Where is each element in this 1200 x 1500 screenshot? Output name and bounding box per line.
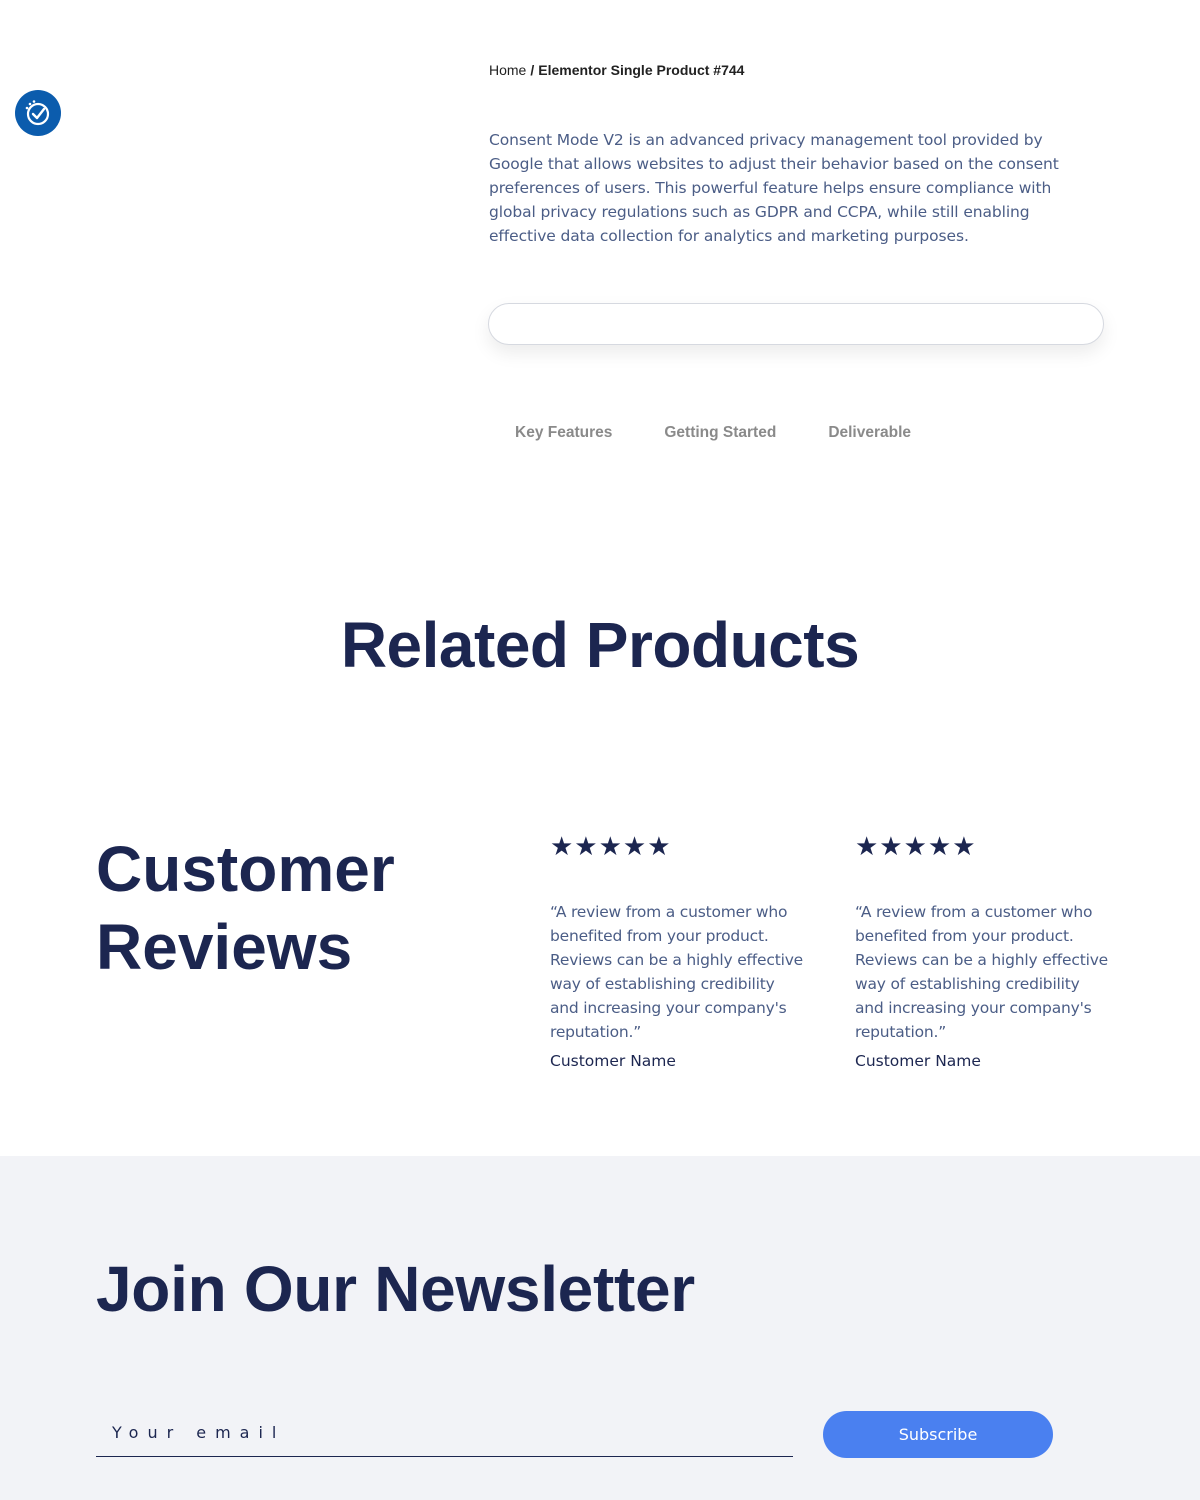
newsletter-section: Join Our Newsletter Subscribe — [0, 1156, 1200, 1500]
star-rating: ★★★★★ — [855, 831, 977, 861]
reviewer-name: Customer Name — [855, 1052, 981, 1070]
check-shield-icon — [25, 100, 50, 126]
review-text: “A review from a customer who benefited … — [550, 903, 804, 1041]
review-card: ★★★★★ “A review from a customer who bene… — [855, 830, 1110, 1070]
tab-key-features[interactable]: Key Features — [515, 424, 612, 442]
consent-settings-button[interactable] — [15, 90, 61, 136]
subscribe-button[interactable]: Subscribe — [823, 1411, 1053, 1458]
email-field[interactable] — [96, 1409, 793, 1457]
related-products-title: Related Products — [340, 609, 860, 681]
breadcrumb: Home / Elementor Single Product #744 — [489, 62, 744, 78]
tab-deliverable[interactable]: Deliverable — [828, 424, 911, 442]
product-description: Consent Mode V2 is an advanced privacy m… — [489, 131, 1059, 245]
breadcrumb-home-link[interactable]: Home — [489, 62, 526, 78]
review-text: “A review from a customer who benefited … — [855, 903, 1109, 1041]
product-tabs: Key Features Getting Started Deliverable — [515, 424, 963, 442]
review-card: ★★★★★ “A review from a customer who bene… — [550, 830, 805, 1070]
tab-getting-started[interactable]: Getting Started — [664, 424, 776, 442]
breadcrumb-current: Elementor Single Product #744 — [538, 62, 745, 78]
customer-reviews-title-line1: Customer — [96, 833, 395, 905]
reviewer-name: Customer Name — [550, 1052, 676, 1070]
customer-reviews-title: Customer Reviews — [96, 830, 496, 986]
customer-reviews-title-line2: Reviews — [96, 911, 353, 983]
newsletter-title: Join Our Newsletter — [96, 1253, 695, 1325]
product-variation-field[interactable] — [488, 303, 1104, 345]
star-rating: ★★★★★ — [550, 831, 672, 861]
breadcrumb-separator: / — [530, 62, 535, 78]
